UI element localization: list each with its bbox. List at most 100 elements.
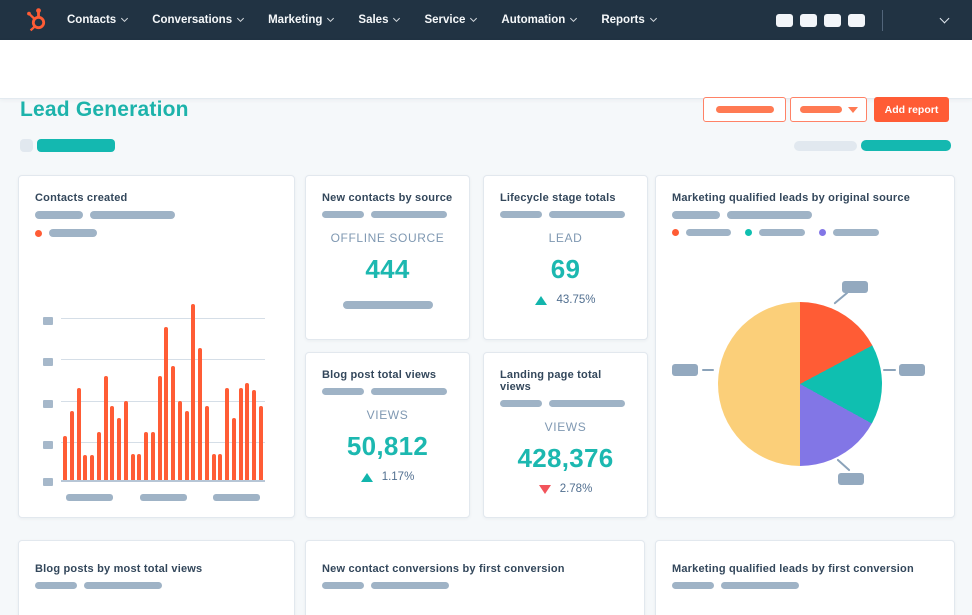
hubspot-logo-icon[interactable] — [26, 7, 49, 33]
redacted-subtitle-placeholder — [84, 582, 162, 589]
bar — [191, 304, 196, 480]
redacted-button-label — [715, 106, 774, 113]
nav-item-conversations[interactable]: Conversations — [152, 14, 245, 26]
bar — [245, 383, 250, 480]
filter-icon-placeholder — [20, 139, 33, 152]
card-new-contacts-by-source[interactable]: New contacts by source OFFLINE SOURCE 44… — [305, 175, 470, 340]
filter-chip[interactable] — [861, 140, 951, 151]
bar — [177, 401, 182, 480]
account-chevron-down-icon[interactable] — [939, 13, 950, 24]
redacted-subtitle-placeholder — [549, 400, 625, 407]
bar — [63, 436, 67, 480]
bar — [164, 327, 169, 480]
card-title: Marketing qualified leads by original so… — [672, 192, 911, 204]
chevron-down-icon — [393, 14, 401, 23]
stat-delta: 2.78% — [559, 483, 593, 495]
redacted-subtitle-placeholder — [371, 582, 449, 589]
nav-item-reports[interactable]: Reports — [601, 14, 657, 26]
pie-callout-label — [899, 364, 925, 376]
bar — [258, 406, 263, 480]
pie-callout-label — [672, 364, 698, 376]
bar — [157, 376, 162, 480]
nav-item-marketing[interactable]: Marketing — [268, 14, 335, 26]
callout-line — [702, 369, 714, 371]
pie-chart — [718, 302, 882, 466]
bar — [144, 432, 148, 480]
dropdown-caret-icon — [847, 106, 858, 113]
nav-item-service[interactable]: Service — [424, 14, 478, 26]
stat-label: VIEWS — [366, 408, 409, 422]
card-mql-by-first-conversion[interactable]: Marketing qualified leads by first conve… — [655, 540, 955, 615]
redacted-subtitle-placeholder — [90, 211, 175, 219]
bar — [96, 432, 101, 480]
add-report-button[interactable]: Add report — [874, 97, 949, 122]
legend-dot — [819, 229, 826, 236]
bar — [218, 454, 223, 480]
card-lifecycle-stage-totals[interactable]: Lifecycle stage totals LEAD 69 43.75% — [483, 175, 648, 340]
nav-item-label: Marketing — [268, 14, 323, 26]
trend-up-icon — [535, 295, 548, 305]
bar — [231, 418, 236, 480]
bar — [103, 376, 108, 480]
redacted-legend-label — [833, 229, 879, 236]
page-title: Lead Generation — [20, 98, 189, 121]
stat-value: 428,376 — [517, 443, 614, 473]
nav-divider — [882, 9, 883, 31]
dashboard-action-button[interactable] — [703, 97, 786, 122]
nav-item-contacts[interactable]: Contacts — [67, 14, 129, 26]
x-tick-placeholder — [213, 494, 260, 501]
stat-label: LEAD — [548, 231, 583, 245]
y-tick-placeholder — [43, 441, 53, 449]
x-axis-labels — [61, 494, 265, 501]
nav-action-placeholder[interactable] — [848, 13, 865, 27]
redacted-subtitle-placeholder — [371, 388, 447, 395]
filter-label-placeholder — [794, 141, 857, 151]
trend-up-icon — [360, 472, 373, 482]
bar — [76, 388, 81, 480]
nav-item-label: Automation — [501, 14, 566, 26]
nav-action-placeholder[interactable] — [776, 13, 793, 27]
bar — [123, 401, 128, 480]
legend-dot — [745, 229, 752, 236]
nav-item-automation[interactable]: Automation — [501, 14, 578, 26]
card-blog-post-total-views[interactable]: Blog post total views VIEWS 50,812 1.17% — [305, 352, 470, 518]
nav-action-placeholder[interactable] — [824, 13, 841, 27]
filter-chip[interactable] — [37, 139, 115, 152]
card-new-contact-conversions-by-first-conversion[interactable]: New contact conversions by first convers… — [305, 540, 645, 615]
page-header: Lead Generation Add report — [0, 40, 972, 122]
stat-label: VIEWS — [544, 420, 587, 434]
nav-toolbar — [776, 9, 972, 31]
redacted-subtitle-placeholder — [672, 582, 714, 589]
pie-callout-label — [838, 473, 864, 485]
card-title: Blog post total views — [322, 369, 437, 381]
nav-menu: Contacts Conversations Marketing Sales S… — [67, 14, 657, 26]
y-tick-placeholder — [43, 317, 53, 325]
nav-action-placeholder[interactable] — [800, 13, 817, 27]
bar — [184, 411, 189, 480]
redacted-button-label — [799, 106, 842, 113]
x-tick-placeholder — [139, 494, 187, 501]
card-landing-page-total-views[interactable]: Landing page total views VIEWS 428,376 2… — [483, 352, 648, 518]
card-contacts-created[interactable]: Contacts created — [18, 175, 295, 518]
card-title: Landing page total views — [500, 369, 602, 393]
redacted-legend-label — [686, 229, 731, 236]
card-title: New contacts by source — [322, 192, 453, 204]
dashboard-dropdown-button[interactable] — [790, 97, 867, 122]
redacted-subtitle-placeholder — [672, 211, 720, 219]
bar — [110, 406, 115, 480]
redacted-caption-placeholder — [342, 301, 433, 309]
bar — [171, 366, 175, 480]
bar — [204, 406, 209, 480]
card-blog-posts-by-most-total-views[interactable]: Blog posts by most total views — [18, 540, 295, 615]
redacted-subtitle-placeholder — [727, 211, 812, 219]
nav-item-sales[interactable]: Sales — [358, 14, 401, 26]
card-title: Contacts created — [35, 192, 128, 204]
redacted-subtitle-placeholder — [35, 582, 77, 589]
card-mql-by-original-source[interactable]: Marketing qualified leads by original so… — [655, 175, 955, 518]
bar — [69, 411, 74, 480]
nav-item-label: Service — [424, 14, 466, 26]
stat-value: 50,812 — [346, 431, 429, 461]
chevron-down-icon — [237, 14, 245, 23]
stat-value: 444 — [365, 254, 410, 284]
nav-item-label: Contacts — [67, 14, 117, 26]
